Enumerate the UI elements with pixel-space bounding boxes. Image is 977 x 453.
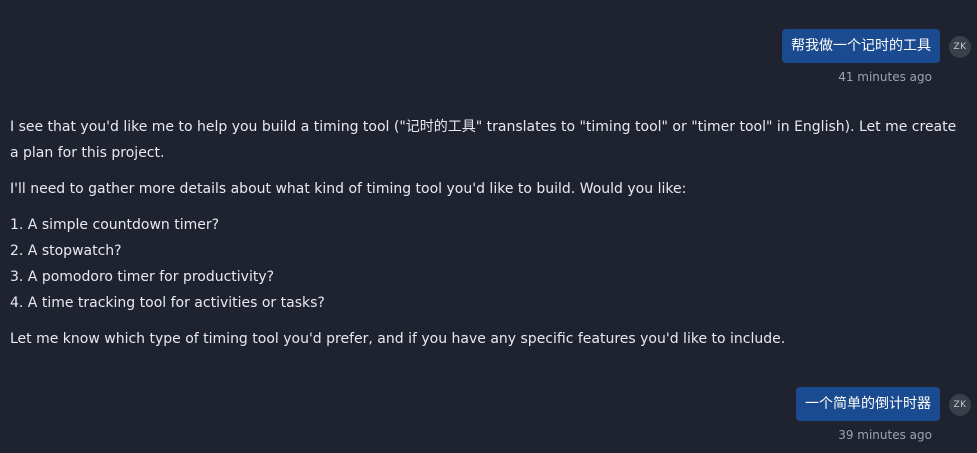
list-item: 4. A time tracking tool for activities o… — [10, 295, 325, 311]
list-item: 3. A pomodoro timer for productivity? — [10, 269, 275, 285]
message-timestamp: 41 minutes ago — [838, 70, 932, 84]
assistant-intro: I see that you'd like me to help you bui… — [10, 119, 957, 161]
assistant-closing: Let me know which type of timing tool yo… — [10, 331, 786, 347]
user-message-bubble: 一个简单的倒计时器 — [796, 387, 940, 421]
user-avatar: ZK — [949, 394, 971, 416]
user-message-2: 一个简单的倒计时器 ZK 39 minutes ago — [0, 358, 977, 442]
list-item: 2. A stopwatch? — [10, 243, 122, 259]
user-message-1: 帮我做一个记时的工具 ZK 41 minutes ago — [0, 0, 977, 84]
message-timestamp: 39 minutes ago — [838, 428, 932, 442]
user-message-bubble: 帮我做一个记时的工具 — [782, 29, 940, 63]
assistant-message: I see that you'd like me to help you bui… — [10, 114, 960, 362]
list-item: 1. A simple countdown timer? — [10, 217, 220, 233]
assistant-question: I'll need to gather more details about w… — [10, 181, 687, 197]
option-list: 1. A simple countdown timer? 2. A stopwa… — [10, 212, 960, 316]
user-avatar: ZK — [949, 36, 971, 58]
